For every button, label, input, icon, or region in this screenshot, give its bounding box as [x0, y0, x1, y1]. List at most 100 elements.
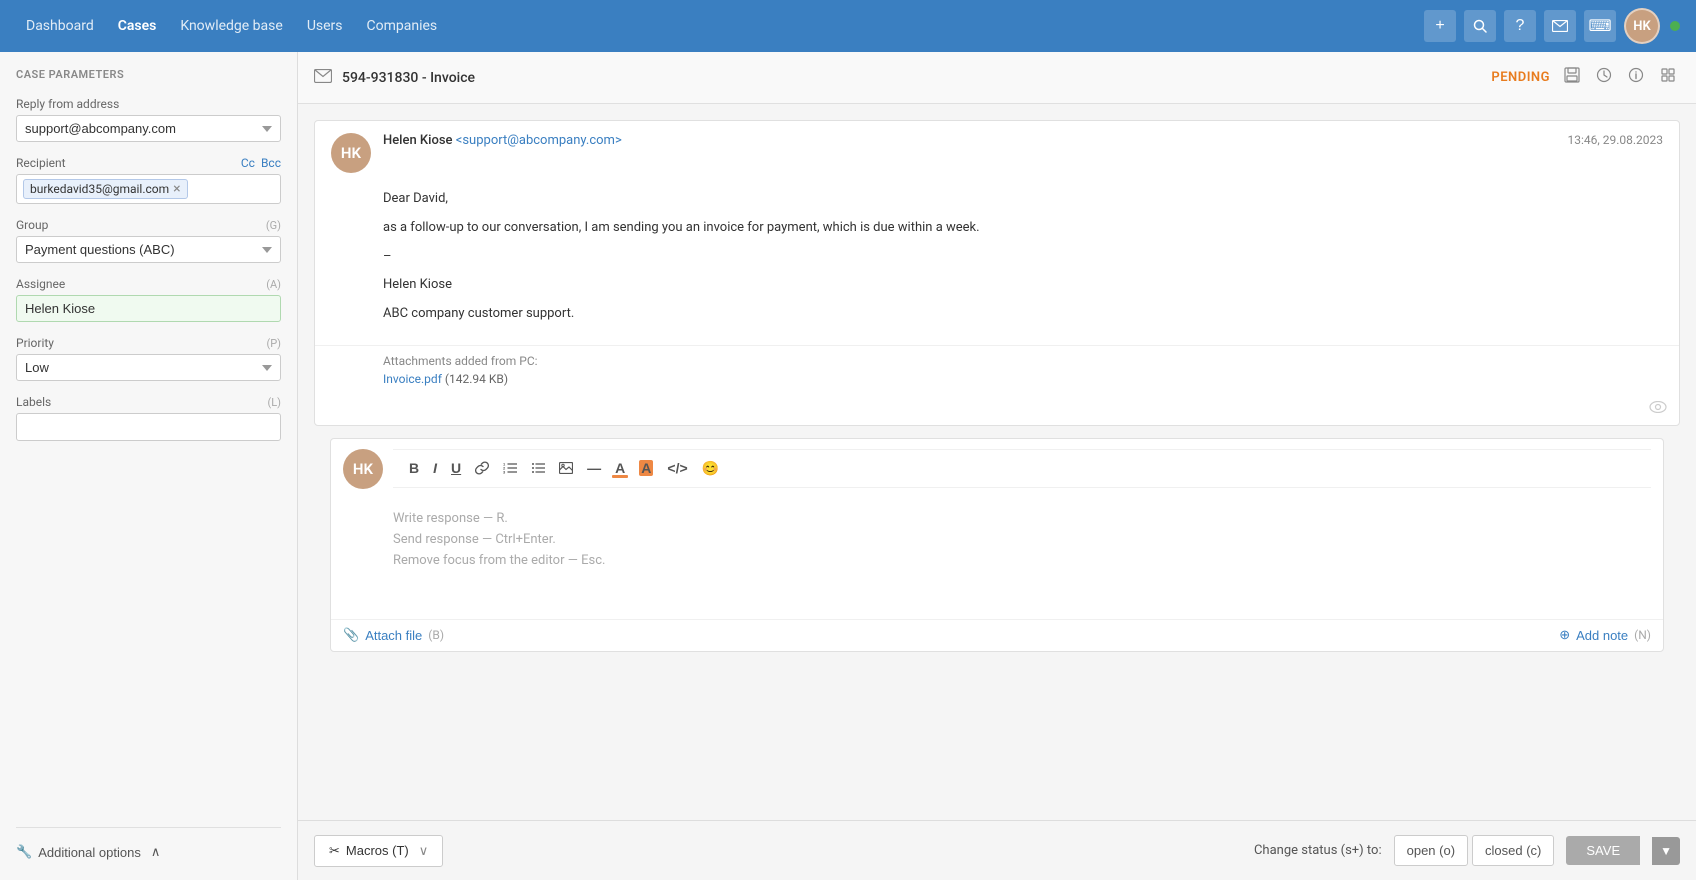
paperclip-icon: 📎	[343, 628, 359, 643]
email-icon	[314, 68, 332, 87]
nav-dashboard[interactable]: Dashboard	[16, 12, 104, 40]
case-title: 594-931830 - Invoice	[342, 70, 1481, 86]
reply-avatar: HK	[343, 449, 383, 489]
online-indicator	[1670, 21, 1680, 31]
add-note-shortcut: (N)	[1634, 628, 1651, 642]
email-attachments: Attachments added from PC: Invoice.pdf (…	[315, 345, 1679, 398]
case-header: 594-931830 - Invoice PENDING	[298, 52, 1696, 104]
search-button[interactable]	[1464, 10, 1496, 42]
hr-button[interactable]: —	[581, 456, 607, 480]
add-note-button[interactable]: Add note	[1576, 628, 1628, 643]
priority-group: Priority (P) Low	[16, 336, 281, 381]
reply-editor-header: HK B I U	[331, 439, 1663, 499]
status-btn-group: open (o) closed (c)	[1394, 835, 1555, 866]
topnav-links: Dashboard Cases Knowledge base Users Com…	[16, 12, 1424, 40]
assignee-select[interactable]: Helen Kiose	[16, 295, 281, 322]
email-area: HK Helen Kiose <support@abcompany.com> 1…	[298, 104, 1696, 880]
mail-button[interactable]	[1544, 10, 1576, 42]
topnav: Dashboard Cases Knowledge base Users Com…	[0, 0, 1696, 52]
email-meta: Helen Kiose <support@abcompany.com>	[383, 133, 1555, 148]
new-item-button[interactable]: +	[1424, 10, 1456, 42]
wrench-icon: 🔧	[16, 844, 32, 860]
recipient-tag: burkedavid35@gmail.com ×	[23, 179, 188, 199]
sender-avatar: HK	[331, 133, 371, 173]
labels-input[interactable]	[16, 413, 281, 441]
labels-group: Labels (L)	[16, 395, 281, 441]
unordered-list-button[interactable]	[525, 458, 551, 478]
additional-options-button[interactable]: 🔧 Additional options ∧	[16, 840, 160, 864]
attachment-size: (142.94 KB)	[445, 372, 508, 386]
plugin-button[interactable]	[1656, 63, 1680, 92]
group-label: Group (G)	[16, 218, 281, 232]
code-button[interactable]: </>	[661, 456, 693, 480]
nav-knowledge-base[interactable]: Knowledge base	[170, 12, 292, 40]
assignee-group: Assignee (A) Helen Kiose	[16, 277, 281, 322]
open-status-button[interactable]: open (o)	[1394, 835, 1468, 866]
svg-text:3: 3	[503, 470, 506, 475]
italic-button[interactable]: I	[427, 456, 443, 480]
priority-select[interactable]: Low	[16, 354, 281, 381]
editor-placeholder-line1: Write response — R.	[393, 509, 1647, 530]
note-icon: ⊕	[1559, 628, 1570, 643]
labels-label: Labels (L)	[16, 395, 281, 409]
email-greeting: Dear David,	[383, 189, 1663, 210]
recipient-group: Recipient Cc Bcc burkedavid35@gmail.com …	[16, 156, 281, 204]
group-group: Group (G) Payment questions (ABC)	[16, 218, 281, 263]
email-from: Helen Kiose <support@abcompany.com>	[383, 133, 622, 148]
closed-status-button[interactable]: closed (c)	[1472, 835, 1554, 866]
group-select[interactable]: Payment questions (ABC)	[16, 236, 281, 263]
editor-body[interactable]: Write response — R. Send response — Ctrl…	[331, 499, 1663, 619]
emoji-button[interactable]: 😊	[696, 456, 725, 481]
help-button[interactable]: ?	[1504, 10, 1536, 42]
save-button[interactable]: SAVE	[1566, 836, 1640, 865]
editor-placeholder-line2: Send response — Ctrl+Enter.	[393, 530, 1647, 551]
macros-label: Macros (T)	[346, 843, 409, 858]
main-content: 594-931830 - Invoice PENDING	[298, 52, 1696, 880]
nav-companies[interactable]: Companies	[357, 12, 448, 40]
ordered-list-button[interactable]: 1 2 3	[497, 458, 523, 478]
case-header-actions	[1560, 63, 1680, 92]
email-card-eye	[315, 398, 1679, 425]
bold-button[interactable]: B	[403, 456, 425, 480]
priority-label: Priority (P)	[16, 336, 281, 350]
email-from-address: <support@abcompany.com>	[456, 133, 622, 148]
save-dropdown-button[interactable]: ▼	[1652, 837, 1680, 865]
cc-link[interactable]: Cc	[241, 156, 255, 170]
chevron-up-icon: ∧	[151, 844, 161, 860]
reply-from-label: Reply from address	[16, 97, 281, 111]
chevron-down-icon: ∨	[419, 843, 429, 859]
history-button[interactable]	[1592, 63, 1616, 92]
email-body-text: as a follow-up to our conversation, I am…	[383, 218, 1663, 239]
info-button[interactable]	[1624, 63, 1648, 92]
nav-cases[interactable]: Cases	[108, 12, 167, 40]
nav-users[interactable]: Users	[297, 12, 353, 40]
bcc-link[interactable]: Bcc	[261, 156, 281, 170]
avatar[interactable]: HK	[1624, 8, 1660, 44]
attach-file-button[interactable]: Attach file	[365, 628, 422, 643]
assignee-label: Assignee (A)	[16, 277, 281, 291]
image-button[interactable]	[553, 458, 579, 478]
recipient-box[interactable]: burkedavid35@gmail.com ×	[16, 174, 281, 204]
remove-recipient-button[interactable]: ×	[173, 182, 180, 196]
underline-button[interactable]: U	[445, 456, 467, 480]
email-card-header: HK Helen Kiose <support@abcompany.com> 1…	[315, 121, 1679, 185]
email-sig-company: ABC company customer support.	[383, 304, 1663, 325]
font-color-button[interactable]: A	[609, 456, 631, 480]
bottom-bar: ✂ Macros (T) ∨ Change status (s+) to: op…	[298, 820, 1696, 880]
editor-toolbar: B I U	[393, 449, 1651, 488]
macros-button[interactable]: ✂ Macros (T) ∨	[314, 835, 443, 867]
reply-from-select[interactable]: support@abcompany.com	[16, 115, 281, 142]
email-scroll-area: HK Helen Kiose <support@abcompany.com> 1…	[298, 104, 1696, 820]
editor-placeholder-line3: Remove focus from the editor — Esc.	[393, 551, 1647, 572]
reply-editor: HK B I U	[330, 438, 1664, 652]
cc-bcc-links: Cc Bcc	[241, 156, 281, 170]
keyboard-button[interactable]: ⌨	[1584, 10, 1616, 42]
priority-shortcut: (P)	[266, 337, 281, 350]
save-doc-button[interactable]	[1560, 63, 1584, 92]
bg-color-button[interactable]: A	[633, 456, 659, 480]
sidebar-title: CASE PARAMETERS	[16, 68, 281, 81]
eye-icon[interactable]	[1649, 398, 1667, 417]
attach-file-shortcut: (B)	[428, 628, 444, 642]
attachment-link[interactable]: Invoice.pdf	[383, 372, 445, 386]
link-button[interactable]	[469, 457, 495, 479]
